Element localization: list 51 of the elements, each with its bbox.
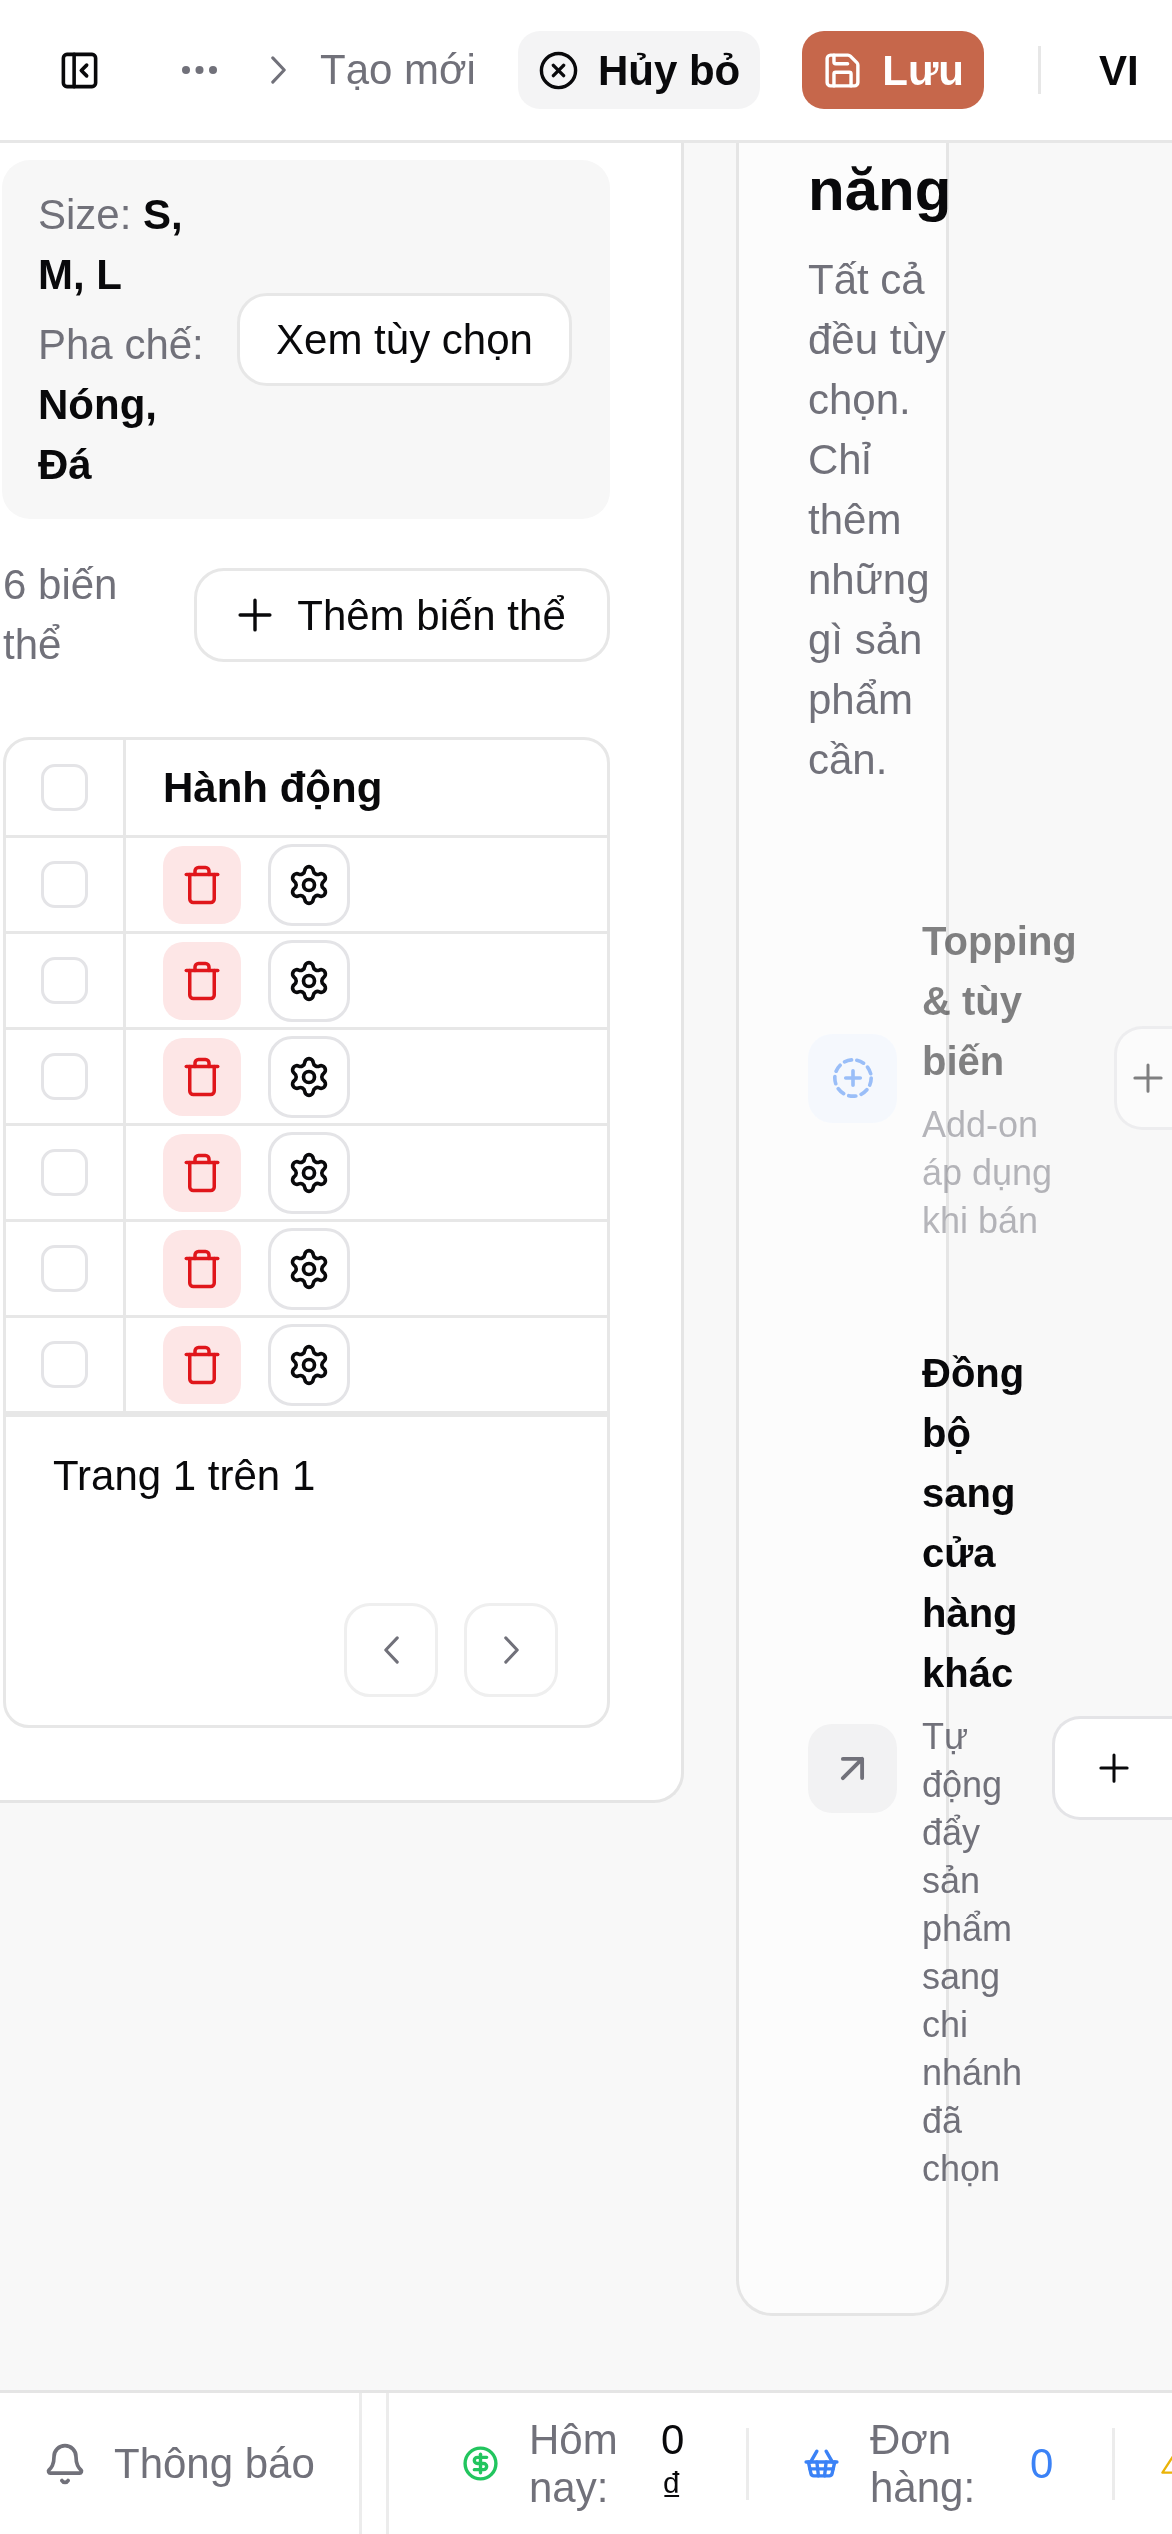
- delete-button[interactable]: [163, 1133, 241, 1212]
- chevron-left-icon: [382, 1636, 400, 1664]
- feature-description: Tự động đẩy sản phẩm sang chi nhánh đã chọn: [922, 1715, 1024, 2191]
- option-values: Pha chế: Nóng, Đá: [38, 319, 205, 490]
- variant-count: 6 biến thể: [3, 560, 119, 670]
- close-circle-icon: [537, 49, 579, 91]
- delete-button[interactable]: [163, 941, 241, 1020]
- add-variant-button[interactable]: Thêm biến thể: [194, 568, 610, 662]
- plus-icon: [1133, 1063, 1163, 1093]
- feature-title: Đồng bộ sang cửa hàng khác: [922, 1350, 1026, 1697]
- checkbox[interactable]: [41, 1245, 88, 1292]
- page-indicator: Trang 1 trên 1: [53, 1451, 317, 1501]
- checkbox[interactable]: [41, 764, 88, 811]
- breadcrumb-current: Tạo mới: [320, 45, 476, 95]
- delete-button[interactable]: [163, 1037, 241, 1116]
- notifications-button[interactable]: Thông báo: [0, 2393, 362, 2534]
- column-header: Hành động: [163, 763, 383, 813]
- feature-description: Add-on áp dụng khi bán: [922, 1103, 1054, 1243]
- ellipsis-icon[interactable]: [182, 66, 217, 74]
- checkbox[interactable]: [41, 1053, 88, 1100]
- settings-button[interactable]: [268, 939, 350, 1022]
- settings-button[interactable]: [268, 1131, 350, 1214]
- delete-button[interactable]: [163, 1229, 241, 1308]
- chevron-right-icon: [270, 56, 287, 84]
- language-button[interactable]: VI: [1098, 38, 1139, 102]
- save-button[interactable]: Lưu: [802, 31, 984, 109]
- delete-button[interactable]: [163, 1325, 241, 1404]
- cancel-button[interactable]: Hủy bỏ: [517, 31, 761, 109]
- settings-button[interactable]: [268, 1227, 350, 1310]
- checkbox[interactable]: [41, 957, 88, 1004]
- option-values: Size: S, M, L: [38, 189, 184, 300]
- settings-button[interactable]: [268, 1035, 350, 1118]
- section-description: Tất cả đều tùy chọn. Chỉ thêm những gì sản phẩm cần.: [808, 255, 947, 785]
- stat-value: 0 ₫: [661, 2415, 686, 2512]
- checkbox[interactable]: [41, 1341, 88, 1388]
- settings-button[interactable]: [268, 843, 350, 926]
- plus-icon: [1099, 1753, 1129, 1783]
- delete-button[interactable]: [163, 845, 241, 924]
- dollar-circle-icon: [462, 2445, 499, 2482]
- section-heading: năng: [808, 155, 946, 225]
- checkbox[interactable]: [41, 1149, 88, 1196]
- chevron-right-icon: [502, 1636, 520, 1664]
- view-options-button[interactable]: Xem tùy chọn: [237, 293, 572, 386]
- stat-label: Hôm nay:: [529, 2415, 619, 2512]
- stat-value: 0: [1030, 2439, 1055, 2488]
- arrow-up-right-icon: [808, 1723, 897, 1813]
- checkbox[interactable]: [41, 861, 88, 908]
- stat-label: Đơn hàng:: [870, 2415, 977, 2512]
- plus-icon: [238, 598, 273, 632]
- feature-title: Topping & tùy biến: [922, 918, 1078, 1085]
- settings-button[interactable]: [268, 1323, 350, 1406]
